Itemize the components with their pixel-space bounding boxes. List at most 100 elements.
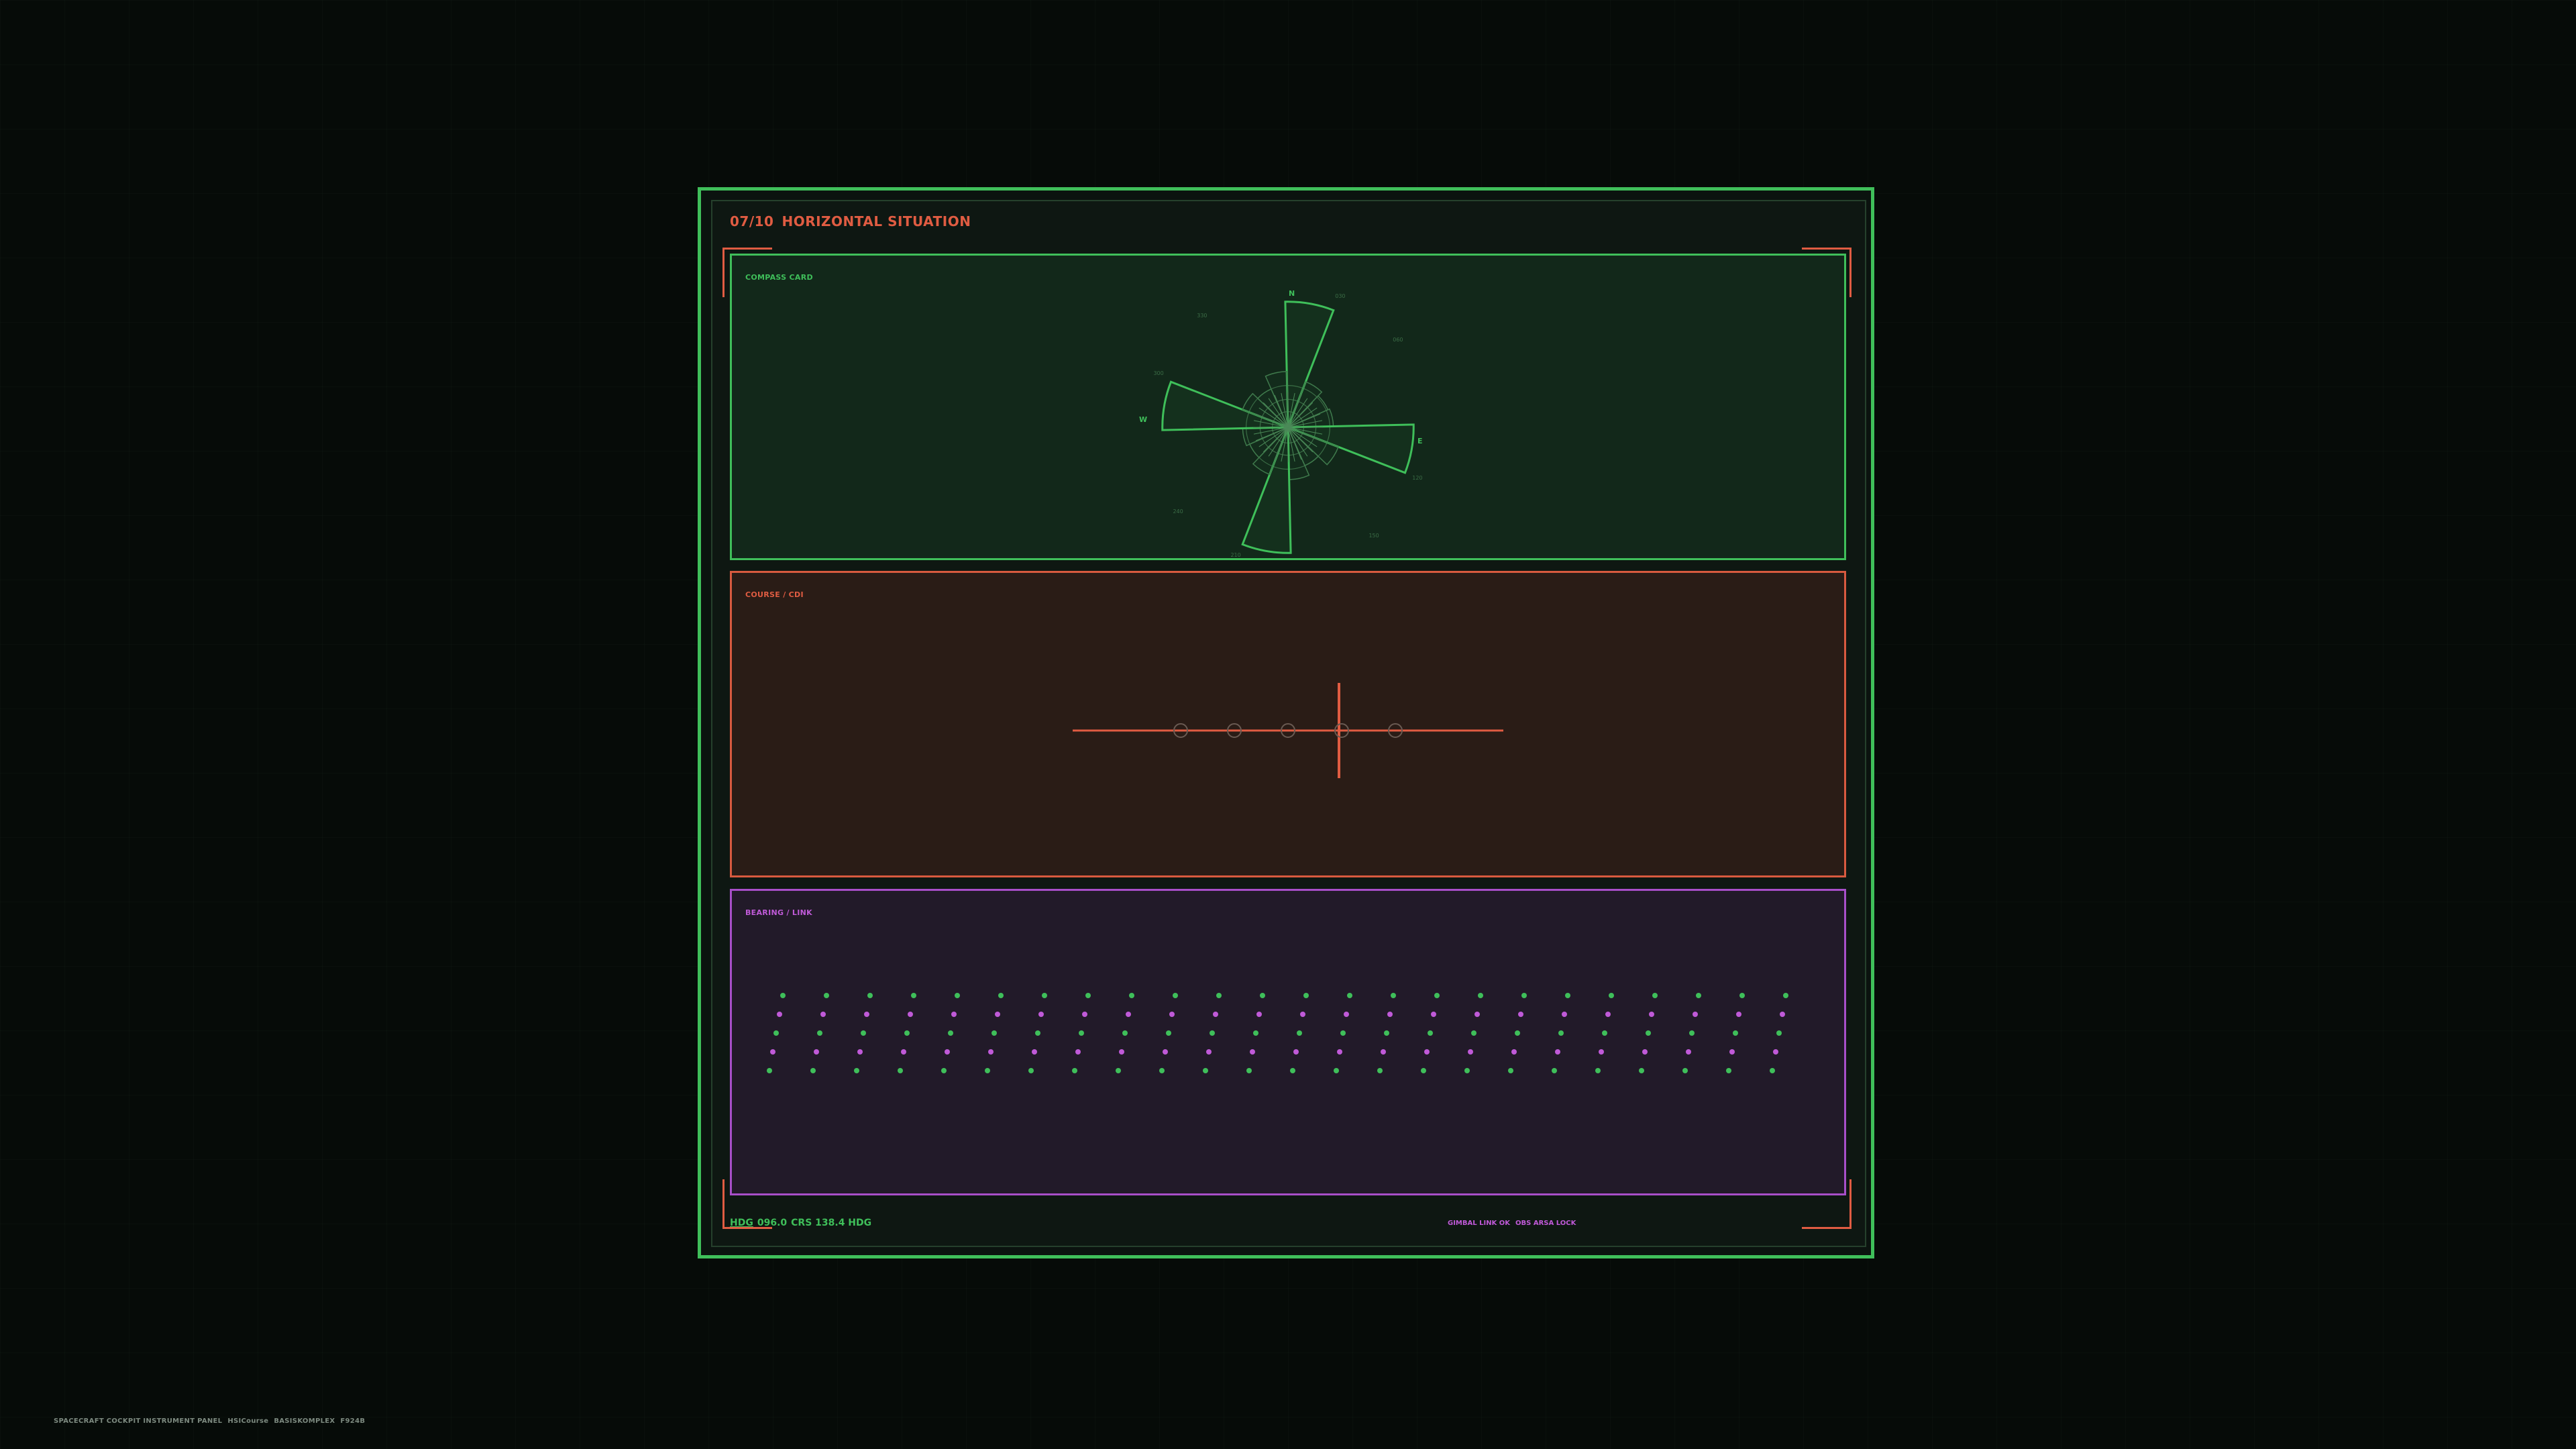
bearing-dot [1391, 993, 1396, 998]
bearing-dot [1303, 993, 1309, 998]
bearing-dot [1605, 1012, 1611, 1017]
bearing-dot [1075, 1049, 1081, 1055]
bearing-dot [1381, 1049, 1386, 1055]
caption-title: SPACECRAFT COCKPIT INSTRUMENT PANEL [54, 1417, 223, 1425]
bearing-dot [1424, 1049, 1430, 1055]
bearing-dot [1340, 1030, 1346, 1036]
bearing-dot [948, 1030, 953, 1036]
bearing-dot [1387, 1012, 1393, 1017]
bearing-dot [1434, 993, 1440, 998]
bearing-dot [1511, 1049, 1517, 1055]
bearing-dot [1166, 1030, 1171, 1036]
compass-tick-label: 330 [1197, 313, 1207, 319]
bearing-dot [1129, 993, 1134, 998]
bearing-dot [1649, 1012, 1654, 1017]
bearing-dot [1116, 1068, 1121, 1073]
bearing-dot [1686, 1049, 1691, 1055]
bearing-link-section: BEARING / LINK [730, 889, 1846, 1195]
bearing-dot [1334, 1068, 1339, 1073]
bearing-dot [1518, 1012, 1523, 1017]
bearing-dot [1642, 1049, 1648, 1055]
bearing-dot [998, 993, 1004, 998]
bearing-dot [1689, 1030, 1695, 1036]
bearing-dot [1552, 1068, 1557, 1073]
bearing-dot [861, 1030, 866, 1036]
bearing-dot [1028, 1068, 1034, 1073]
bearing-dot [1508, 1068, 1513, 1073]
bearing-dot [1337, 1049, 1342, 1055]
bearing-dot [1042, 993, 1047, 998]
bearing-dot [1646, 1030, 1651, 1036]
bearing-dot [867, 993, 873, 998]
bearing-dot [1169, 1012, 1175, 1017]
panel-title-text: HORIZONTAL SITUATION [782, 213, 971, 229]
cdi-indicator [1073, 683, 1503, 778]
bearing-dot [1726, 1068, 1731, 1073]
bearing-dot [1173, 993, 1178, 998]
bearing-dot [1203, 1068, 1208, 1073]
hdg-value: 096.0 [757, 1218, 788, 1228]
bearing-dot [1558, 1030, 1564, 1036]
bearing-dot [1210, 1030, 1215, 1036]
bearing-dot [1599, 1049, 1604, 1055]
image-caption: SPACECRAFT COCKPIT INSTRUMENT PANEL HSICo… [54, 1417, 370, 1425]
bearing-dot [857, 1049, 863, 1055]
bearing-dot [1159, 1068, 1165, 1073]
bearing-dot [824, 993, 829, 998]
hdg-label: HDG [730, 1218, 753, 1228]
bearing-dot [1038, 1012, 1044, 1017]
bearing-dot [1293, 1049, 1299, 1055]
bearing-dot [1213, 1012, 1218, 1017]
caption-code: F924B [340, 1417, 366, 1425]
bearing-dot [1085, 993, 1091, 998]
bearing-dot [1780, 1012, 1785, 1017]
bearing-dot [1468, 1049, 1473, 1055]
bearing-dot [1300, 1012, 1305, 1017]
panel-title: 07/10 HORIZONTAL SITUATION [730, 213, 971, 229]
bearing-dot [1119, 1049, 1124, 1055]
bearing-dot [1082, 1012, 1087, 1017]
cardinal-e-label: E [1417, 437, 1423, 445]
bearing-dot [1773, 1049, 1778, 1055]
bearing-dot [904, 1030, 910, 1036]
bearing-dot [1696, 993, 1701, 998]
bearing-dot [777, 1012, 782, 1017]
compass-tick-label: 060 [1393, 337, 1403, 343]
bearing-dot [817, 1030, 822, 1036]
bearing-dot [1565, 993, 1570, 998]
bearing-dot [1290, 1068, 1295, 1073]
bearing-dot [908, 1012, 913, 1017]
compass-card-section: COMPASS CARD N E S W 3300300603001202401… [730, 254, 1846, 560]
bearing-dot [1250, 1049, 1255, 1055]
bearing-dot [1347, 993, 1352, 998]
bearing-dot [898, 1068, 903, 1073]
bearing-dot [1035, 1030, 1040, 1036]
heading-readout: HDG 096.0 CRS 138.4 HDG [730, 1218, 875, 1228]
compass-tick-label: 210 [1230, 552, 1240, 558]
bearing-dot [780, 993, 786, 998]
bearing-dot [1733, 1030, 1738, 1036]
bearing-dot [1562, 1012, 1567, 1017]
bearing-dot [941, 1068, 947, 1073]
bearing-dot [1693, 1012, 1698, 1017]
bearing-dot [864, 1012, 869, 1017]
bearing-dot [1682, 1068, 1688, 1073]
bearing-dot [1246, 1068, 1252, 1073]
bearing-dot [1736, 1012, 1741, 1017]
compass-tick-label: 240 [1173, 508, 1183, 515]
course-cdi-section: COURSE / CDI [730, 571, 1846, 877]
compass-tick-label: 150 [1368, 533, 1379, 539]
bearing-dot [995, 1012, 1000, 1017]
bearing-dot [1344, 1012, 1349, 1017]
caption-mode: HSICourse [227, 1417, 269, 1425]
bearing-dot [820, 1012, 826, 1017]
bearing-dot [988, 1049, 994, 1055]
bearing-dot [1122, 1030, 1128, 1036]
bearing-dot [1595, 1068, 1601, 1073]
bearing-dot [1474, 1012, 1480, 1017]
crs-readout: CRS 138.4 HDG [791, 1218, 872, 1228]
bearing-dot [1428, 1030, 1433, 1036]
bearing-dot [1377, 1068, 1383, 1073]
bearing-dot [1297, 1030, 1302, 1036]
compass-tick-label: 300 [1153, 370, 1163, 376]
